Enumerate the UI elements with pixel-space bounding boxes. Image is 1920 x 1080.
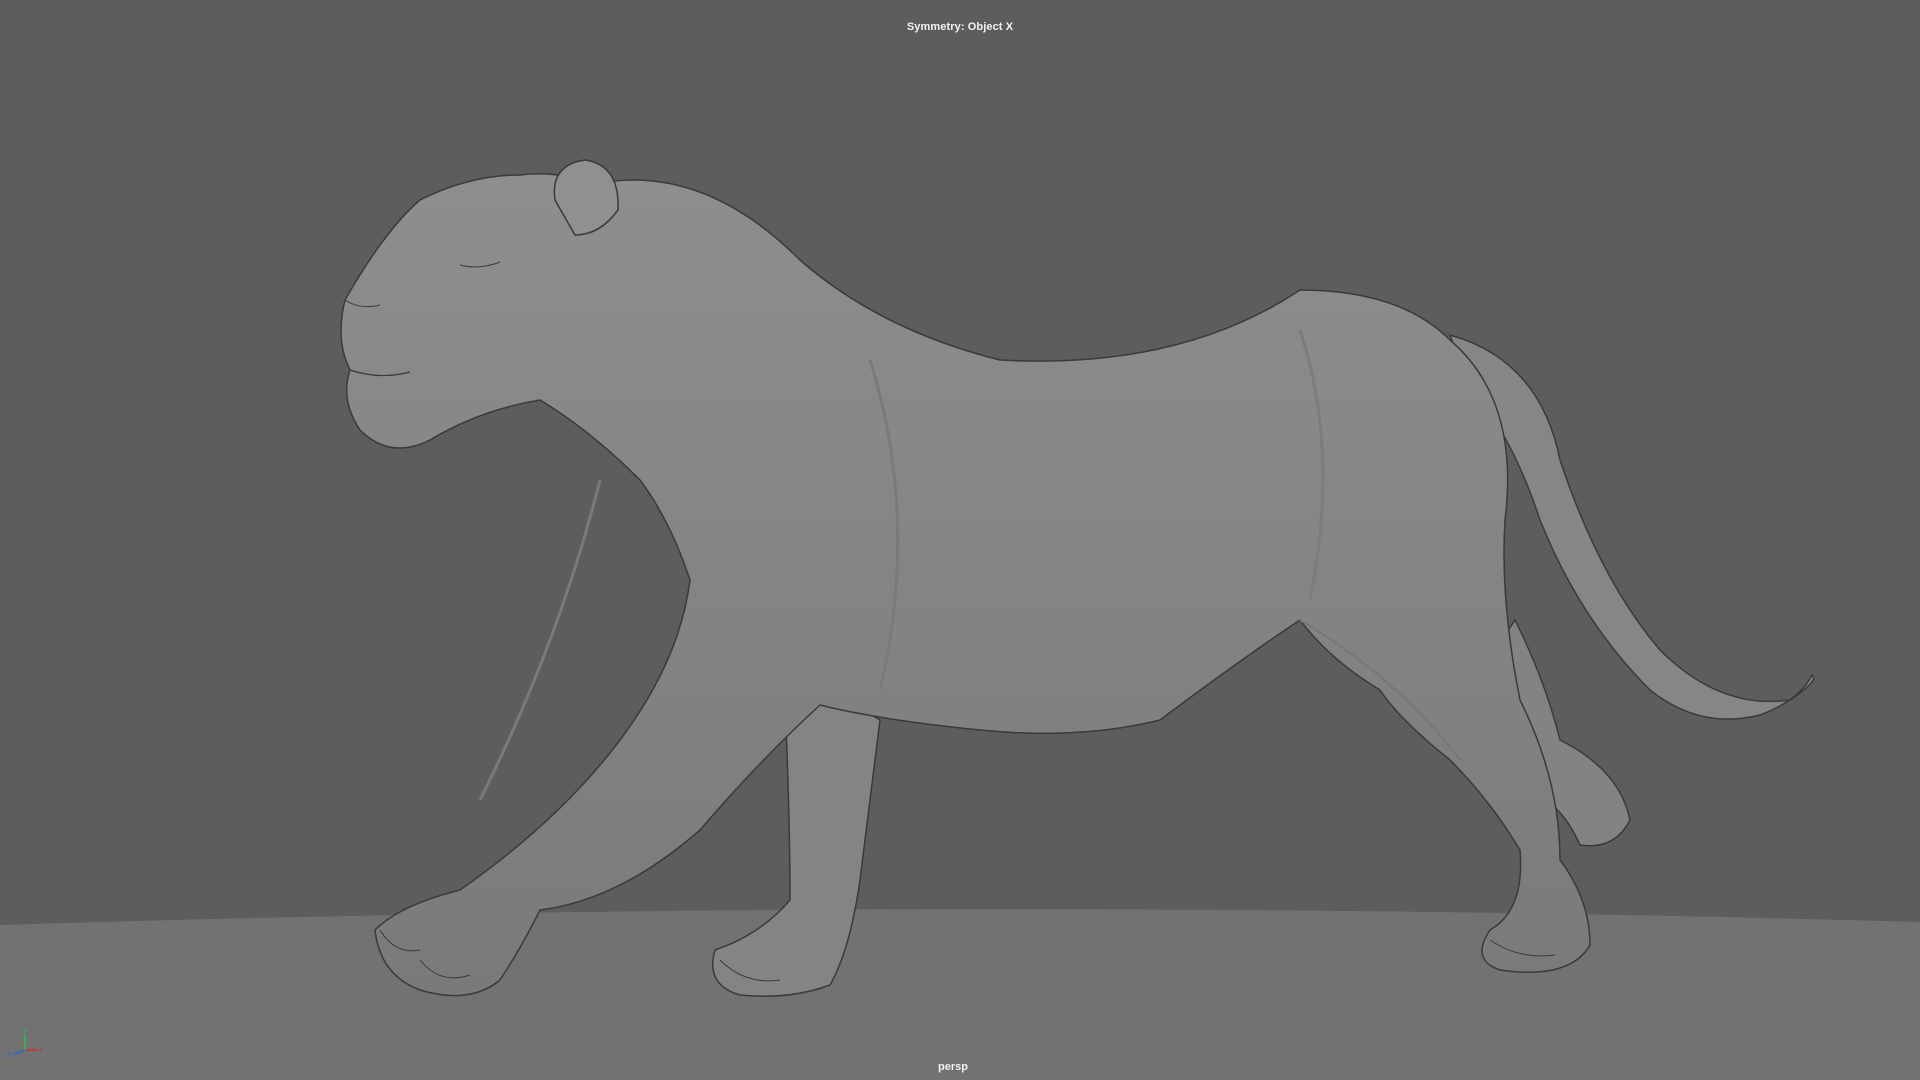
camera-name-label: persp (938, 1061, 968, 1073)
xyz-axis-gizmo-icon: X Y Z (8, 1029, 42, 1058)
axis-z-label: Z (8, 1053, 12, 1058)
lioness-sculpt-icon[interactable] (0, 0, 1920, 1080)
axis-x-label: X (39, 1048, 42, 1054)
symmetry-status-label: Symmetry: Object X (906, 21, 1014, 33)
axis-y-label: Y (23, 1029, 27, 1035)
maya-viewport[interactable]: Symmetry: Object X X Y Z persp (0, 0, 1920, 1080)
